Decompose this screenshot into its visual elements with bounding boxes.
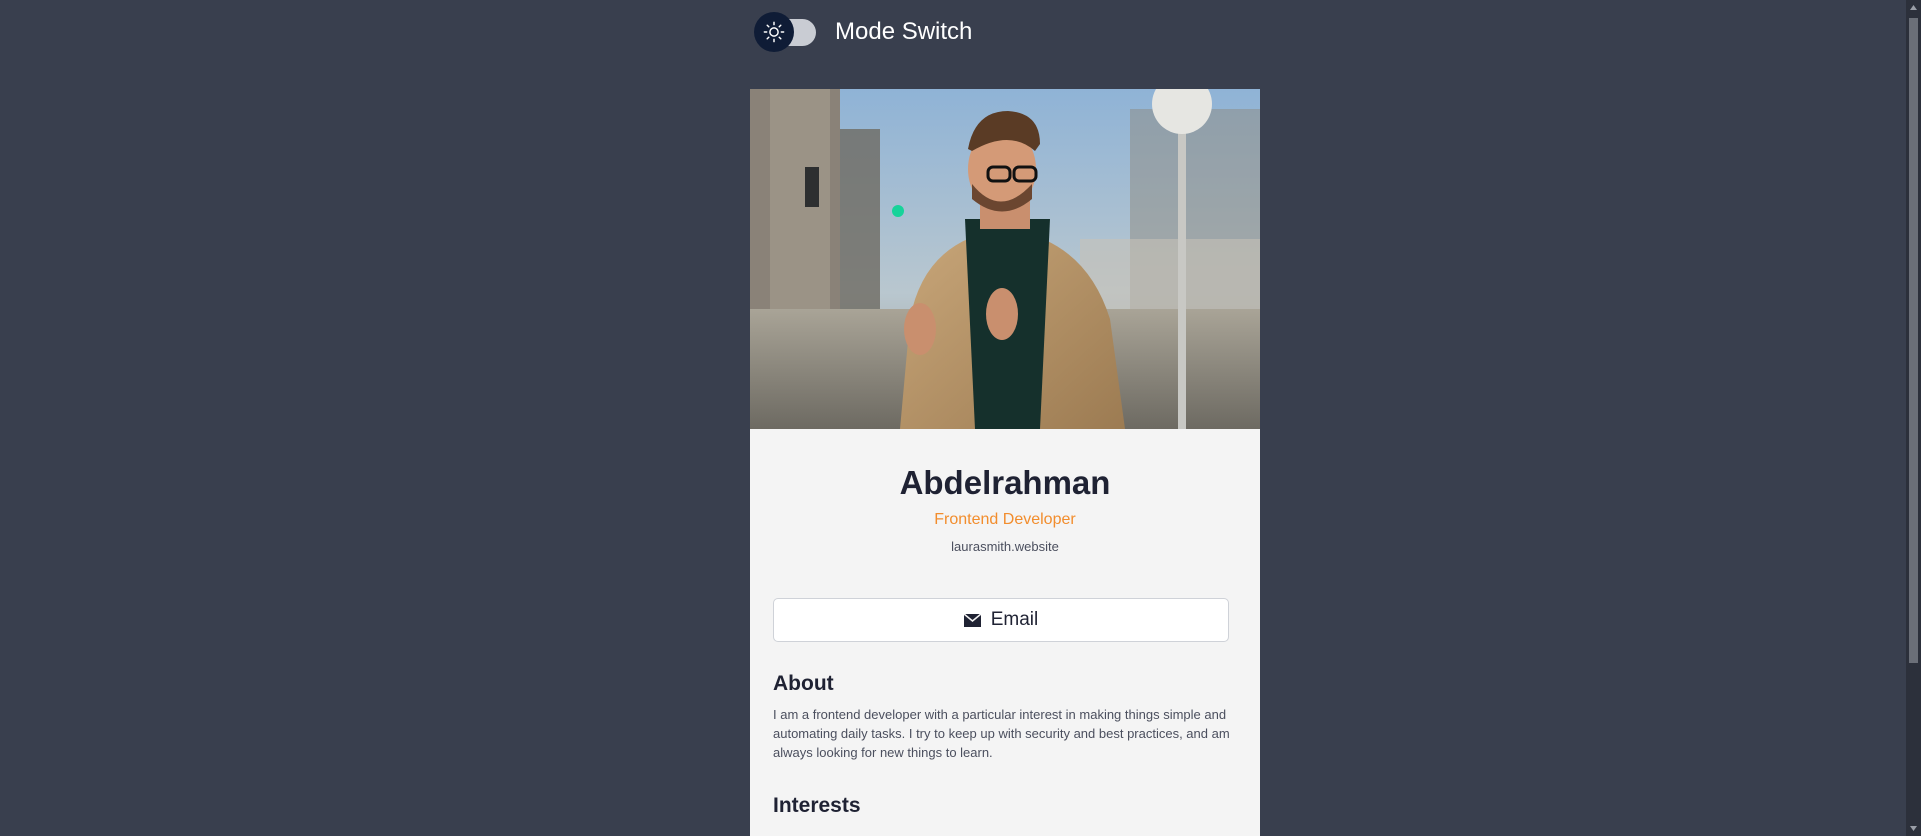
scroll-thumb[interactable]: [1909, 18, 1918, 663]
about-section: About I am a frontend developer with a p…: [773, 671, 1237, 762]
envelope-icon: [963, 613, 981, 627]
profile-card: Abdelrahman Frontend Developer laurasmit…: [750, 89, 1260, 836]
page: Mode Switch Abdelrahman Frontend Develop…: [0, 0, 1921, 836]
interests-section: Interests: [773, 793, 1237, 819]
mode-toggle[interactable]: [754, 12, 817, 52]
about-heading: About: [773, 672, 834, 695]
profile-photo: [750, 89, 1260, 429]
page-scrollbar[interactable]: [1906, 0, 1921, 836]
sun-icon: [763, 21, 785, 43]
mode-switch[interactable]: Mode Switch: [754, 12, 972, 52]
profile-name: Abdelrahman: [899, 464, 1111, 501]
about-text: I am a frontend developer with a particu…: [773, 707, 1230, 760]
toggle-knob[interactable]: [754, 12, 794, 52]
scroll-up-arrow-icon[interactable]: [1906, 0, 1921, 15]
profile-website[interactable]: laurasmith.website: [750, 538, 1260, 556]
interests-heading: Interests: [773, 794, 861, 817]
scroll-down-arrow-icon[interactable]: [1906, 821, 1921, 836]
mode-switch-label: Mode Switch: [835, 18, 973, 45]
email-button[interactable]: Email: [773, 598, 1229, 642]
email-button-label: Email: [990, 609, 1039, 630]
profile-role: Frontend Developer: [934, 511, 1076, 528]
